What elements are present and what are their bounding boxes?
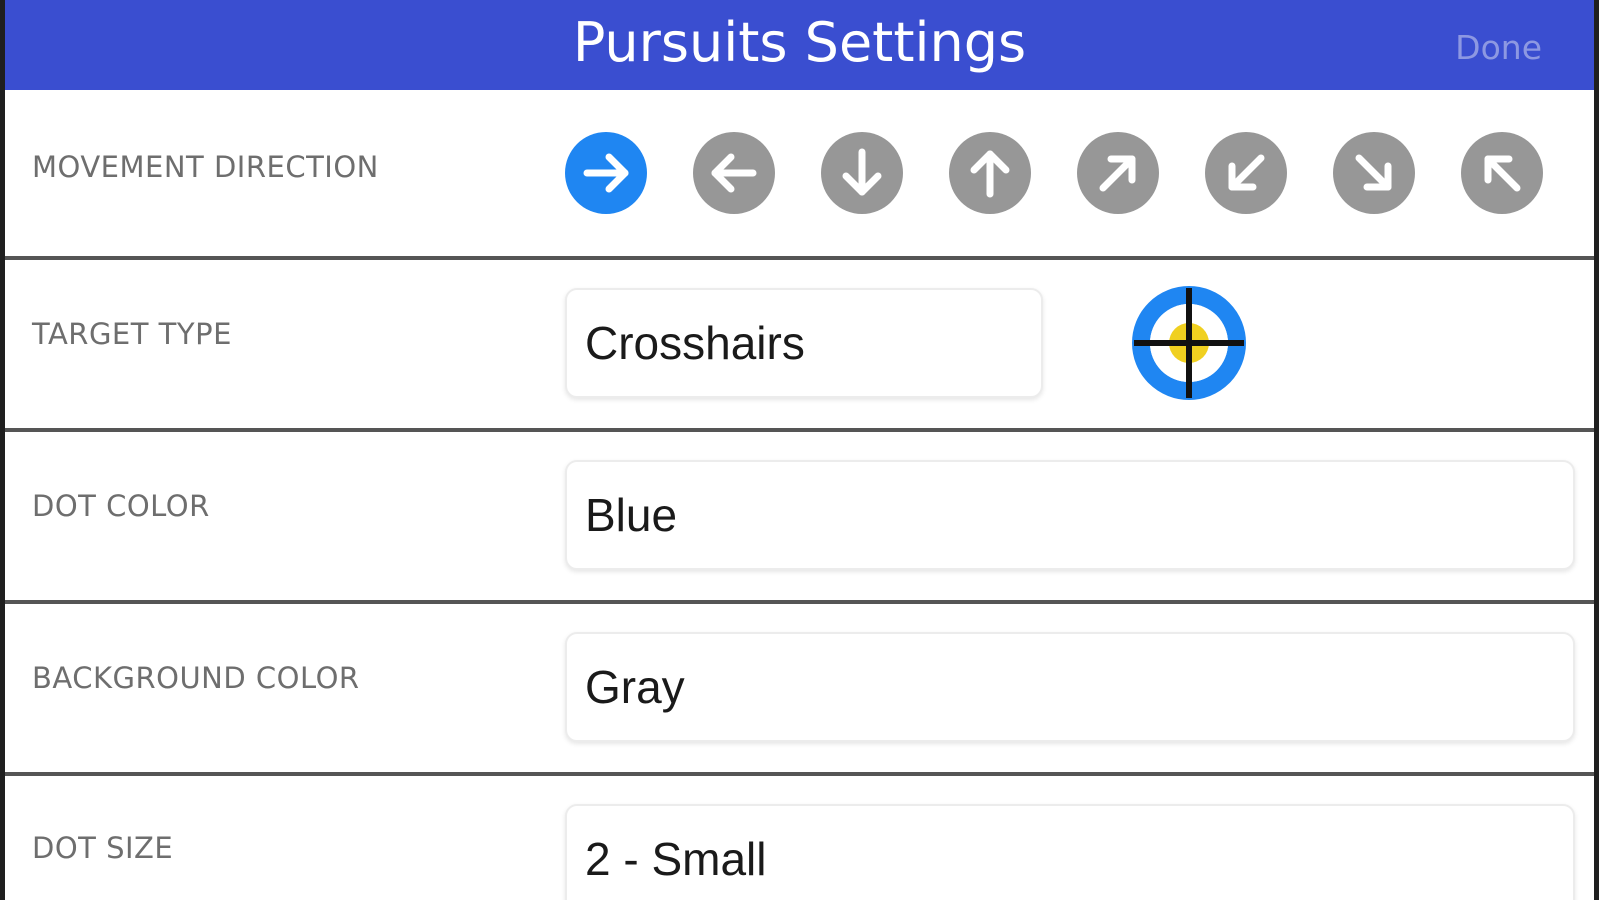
done-button[interactable]: Done — [1455, 26, 1542, 70]
dot-size-row: DOT SIZE 2 - Small — [5, 776, 1594, 900]
direction-down-right-button[interactable] — [1333, 132, 1415, 214]
down-arrow-icon — [842, 148, 882, 196]
page-title: Pursuits Settings — [572, 11, 1027, 74]
direction-up-right-button[interactable] — [1077, 132, 1159, 214]
background-color-label: BACKGROUND COLOR — [32, 661, 360, 695]
down-left-arrow-icon — [1228, 154, 1265, 191]
movement-direction-label: MOVEMENT DIRECTION — [32, 150, 379, 184]
crosshairs-target-icon — [1132, 286, 1246, 400]
direction-up-left-button[interactable] — [1461, 132, 1543, 214]
up-left-arrow-icon — [1484, 155, 1521, 192]
up-arrow-icon — [970, 150, 1010, 198]
dot-color-row: DOT COLOR Blue — [5, 432, 1594, 604]
dot-color-select[interactable]: Blue — [565, 460, 1575, 570]
direction-down-button[interactable] — [821, 132, 903, 214]
target-type-select[interactable]: Crosshairs — [565, 288, 1043, 398]
movement-direction-row: MOVEMENT DIRECTION — [5, 90, 1594, 260]
target-type-label: TARGET TYPE — [32, 317, 232, 351]
right-arrow-icon — [583, 153, 629, 193]
direction-down-left-button[interactable] — [1205, 132, 1287, 214]
settings-screen: Pursuits Settings Done MOVEMENT DIRECTIO… — [0, 0, 1599, 900]
background-color-select[interactable]: Gray — [565, 632, 1575, 742]
target-type-row: TARGET TYPE Crosshairs — [5, 260, 1594, 432]
background-color-row: BACKGROUND COLOR Gray — [5, 604, 1594, 776]
navigation-bar: Pursuits Settings Done — [5, 0, 1594, 90]
dot-color-label: DOT COLOR — [32, 489, 210, 523]
dot-size-label: DOT SIZE — [32, 831, 174, 865]
direction-up-button[interactable] — [949, 132, 1031, 214]
down-right-arrow-icon — [1355, 154, 1392, 191]
direction-left-button[interactable] — [693, 132, 775, 214]
left-arrow-icon — [711, 153, 757, 193]
direction-right-button[interactable] — [565, 132, 647, 214]
dot-size-select[interactable]: 2 - Small — [565, 804, 1575, 900]
up-right-arrow-icon — [1099, 155, 1136, 192]
